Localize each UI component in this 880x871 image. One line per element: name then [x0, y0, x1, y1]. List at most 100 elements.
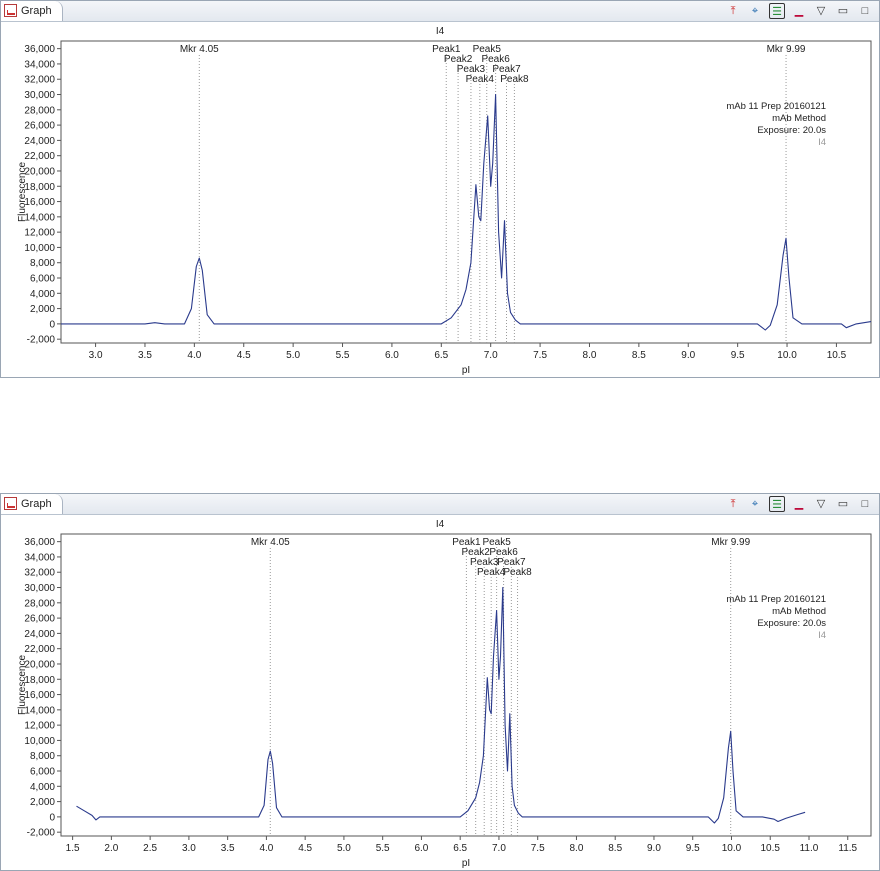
y-tick-label: 12,000: [24, 228, 55, 239]
x-tick-label: 6.0: [414, 843, 428, 854]
x-tick-label: 3.5: [221, 843, 235, 854]
y-tick-label: 32,000: [24, 75, 55, 86]
y-tick-label: 2,000: [30, 304, 55, 315]
annotation-line: mAb 11 Prep 20160121: [726, 101, 826, 112]
peak-label: Peak8: [500, 74, 529, 85]
y-tick-label: 10,000: [24, 243, 55, 254]
y-tick-label: 10,000: [24, 736, 55, 747]
x-tick-label: 8.5: [632, 350, 646, 361]
y-tick-label: 12,000: [24, 721, 55, 732]
x-tick-label: 11.5: [838, 843, 857, 854]
marker-label: Mkr 4.05: [180, 44, 219, 55]
y-tick-label: 0: [49, 812, 55, 823]
y-tick-label: 6,000: [30, 274, 55, 285]
y-tick-label: -2,000: [27, 335, 56, 346]
y-tick-label: 22,000: [24, 151, 55, 162]
y-tick-label: 26,000: [24, 121, 55, 132]
x-tick-label: 8.0: [570, 843, 584, 854]
x-tick-label: 7.5: [533, 350, 547, 361]
y-tick-label: 20,000: [24, 166, 55, 177]
annotation-line: I4: [818, 137, 826, 148]
y-tick-label: 18,000: [24, 675, 55, 686]
peak-label: Peak4: [466, 74, 495, 85]
x-tick-label: 6.0: [385, 350, 399, 361]
x-tick-label: 11.0: [800, 843, 819, 854]
y-tick-label: 34,000: [24, 59, 55, 70]
x-tick-label: 10.5: [761, 843, 781, 854]
y-tick-label: 30,000: [24, 90, 55, 101]
y-tick-label: 16,000: [24, 197, 55, 208]
y-tick-label: 30,000: [24, 583, 55, 594]
y-tick-label: 36,000: [24, 537, 55, 548]
x-axis-label: pI: [462, 365, 470, 376]
y-tick-label: 28,000: [24, 598, 55, 609]
x-tick-label: 7.5: [531, 843, 545, 854]
y-axis-label: Fluorescence: [17, 162, 28, 222]
x-tick-label: 7.0: [492, 843, 506, 854]
x-tick-label: 4.5: [298, 843, 312, 854]
annotation-line: Exposure: 20.0s: [757, 618, 826, 629]
x-tick-label: 10.0: [777, 350, 797, 361]
annotation-line: mAb 11 Prep 20160121: [726, 594, 826, 605]
y-tick-label: 14,000: [24, 212, 55, 223]
y-tick-label: 36,000: [24, 44, 55, 55]
x-tick-label: 9.0: [681, 350, 695, 361]
y-tick-label: 0: [49, 319, 55, 330]
x-tick-label: 5.5: [336, 350, 350, 361]
peak-label: Peak4: [477, 567, 506, 578]
y-tick-label: 16,000: [24, 690, 55, 701]
x-tick-label: 10.0: [722, 843, 742, 854]
x-tick-label: 2.5: [143, 843, 157, 854]
y-tick-label: -2,000: [27, 828, 56, 839]
y-tick-label: 8,000: [30, 258, 55, 269]
y-tick-label: 24,000: [24, 629, 55, 640]
x-tick-label: 10.5: [827, 350, 847, 361]
y-tick-label: 4,000: [30, 782, 55, 793]
chart-plot[interactable]: -2,000 0 2,000 4,000 6,000 8,000 10,000 12,000 1…: [1, 494, 879, 870]
x-tick-label: 6.5: [453, 843, 467, 854]
y-tick-label: 4,000: [30, 289, 55, 300]
marker-label: Mkr 9.99: [767, 44, 806, 55]
annotation-line: I4: [818, 630, 826, 641]
series-line: [76, 586, 806, 824]
peak-label: Peak8: [503, 567, 532, 578]
y-tick-label: 14,000: [24, 705, 55, 716]
y-tick-label: 2,000: [30, 797, 55, 808]
x-tick-label: 6.5: [434, 350, 448, 361]
x-tick-label: 8.5: [608, 843, 622, 854]
y-tick-label: 34,000: [24, 552, 55, 563]
y-tick-label: 20,000: [24, 659, 55, 670]
marker-label: Mkr 9.99: [711, 537, 750, 548]
series-line: [61, 93, 872, 331]
y-axis-label: Fluorescence: [17, 655, 28, 715]
x-tick-label: 9.5: [686, 843, 700, 854]
x-tick-label: 3.0: [182, 843, 196, 854]
x-tick-label: 8.0: [583, 350, 597, 361]
annotation-line: Exposure: 20.0s: [757, 125, 826, 136]
y-tick-label: 24,000: [24, 136, 55, 147]
x-tick-label: 3.0: [89, 350, 103, 361]
chart-plot[interactable]: -2,000 0 2,000 4,000 6,000 8,000 10,000 12,000 1…: [1, 1, 879, 377]
y-tick-label: 8,000: [30, 751, 55, 762]
annotation-line: mAb Method: [772, 113, 826, 124]
x-tick-label: 7.0: [484, 350, 498, 361]
y-tick-label: 6,000: [30, 767, 55, 778]
x-tick-label: 3.5: [138, 350, 152, 361]
y-tick-label: 28,000: [24, 105, 55, 116]
x-tick-label: 5.0: [337, 843, 351, 854]
x-tick-label: 5.0: [286, 350, 300, 361]
graph-panel-1: Graph ⤒ ⌖ ☰ ▁ ▽ ▭ □ I4 -2,000 0 2,000 4,000…: [0, 0, 880, 378]
y-tick-label: 22,000: [24, 644, 55, 655]
x-tick-label: 9.5: [731, 350, 745, 361]
x-tick-label: 2.0: [104, 843, 118, 854]
plot-frame: [60, 40, 872, 344]
y-tick-label: 32,000: [24, 568, 55, 579]
y-tick-label: 18,000: [24, 182, 55, 193]
x-tick-label: 4.0: [259, 843, 273, 854]
marker-label: Mkr 4.05: [251, 537, 290, 548]
annotation-line: mAb Method: [772, 606, 826, 617]
x-tick-label: 9.0: [647, 843, 661, 854]
x-tick-label: 4.0: [187, 350, 201, 361]
x-axis-label: pI: [462, 858, 470, 869]
graph-panel-2: Graph ⤒ ⌖ ☰ ▁ ▽ ▭ □ I4 -2,000 0 2,000 4,000…: [0, 493, 880, 871]
